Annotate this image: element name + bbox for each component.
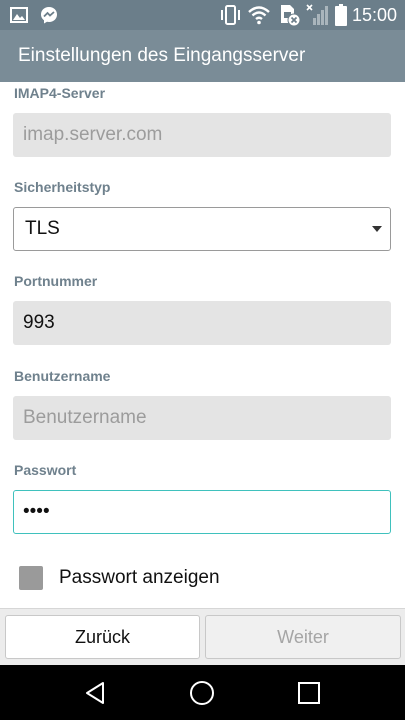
next-button[interactable]: Weiter (205, 615, 401, 659)
no-sim-icon (276, 0, 302, 30)
home-circle-icon[interactable] (172, 665, 232, 720)
status-time: 15:00 (351, 5, 397, 25)
dropdown-arrow-icon (372, 226, 382, 232)
security-type-select[interactable]: TLS (13, 207, 391, 251)
show-password-label: Passwort anzeigen (59, 567, 220, 588)
settings-form: IMAP4-Server imap.server.com Sicherheits… (0, 82, 405, 608)
back-button[interactable]: Zurück (5, 615, 200, 659)
username-input[interactable]: Benutzername (13, 396, 391, 440)
password-input[interactable]: •••• (13, 490, 391, 534)
image-icon (8, 0, 30, 30)
username-label: Benutzername (14, 368, 111, 384)
recents-square-icon[interactable] (279, 665, 339, 720)
security-type-label: Sicherheitstyp (14, 179, 111, 195)
password-label: Passwort (14, 462, 77, 478)
show-password-checkbox[interactable] (19, 566, 43, 590)
show-password-row[interactable]: Passwort anzeigen (19, 565, 220, 591)
imap-server-input[interactable]: imap.server.com (13, 113, 391, 157)
back-triangle-icon[interactable] (66, 665, 126, 720)
imap-server-label: IMAP4-Server (14, 85, 106, 101)
status-bar: 15:00 (0, 0, 405, 30)
messenger-icon (38, 0, 60, 30)
wifi-icon (246, 0, 272, 30)
navigation-bar (0, 665, 405, 720)
vibrate-icon (218, 0, 242, 30)
signal-icon (304, 0, 330, 30)
button-bar: Zurück Weiter (0, 608, 405, 665)
port-label: Portnummer (14, 273, 98, 289)
page-title: Einstellungen des Eingangsserver (0, 30, 405, 82)
security-type-value: TLS (25, 218, 60, 239)
port-input[interactable]: 993 (13, 301, 391, 345)
battery-icon (332, 0, 350, 30)
